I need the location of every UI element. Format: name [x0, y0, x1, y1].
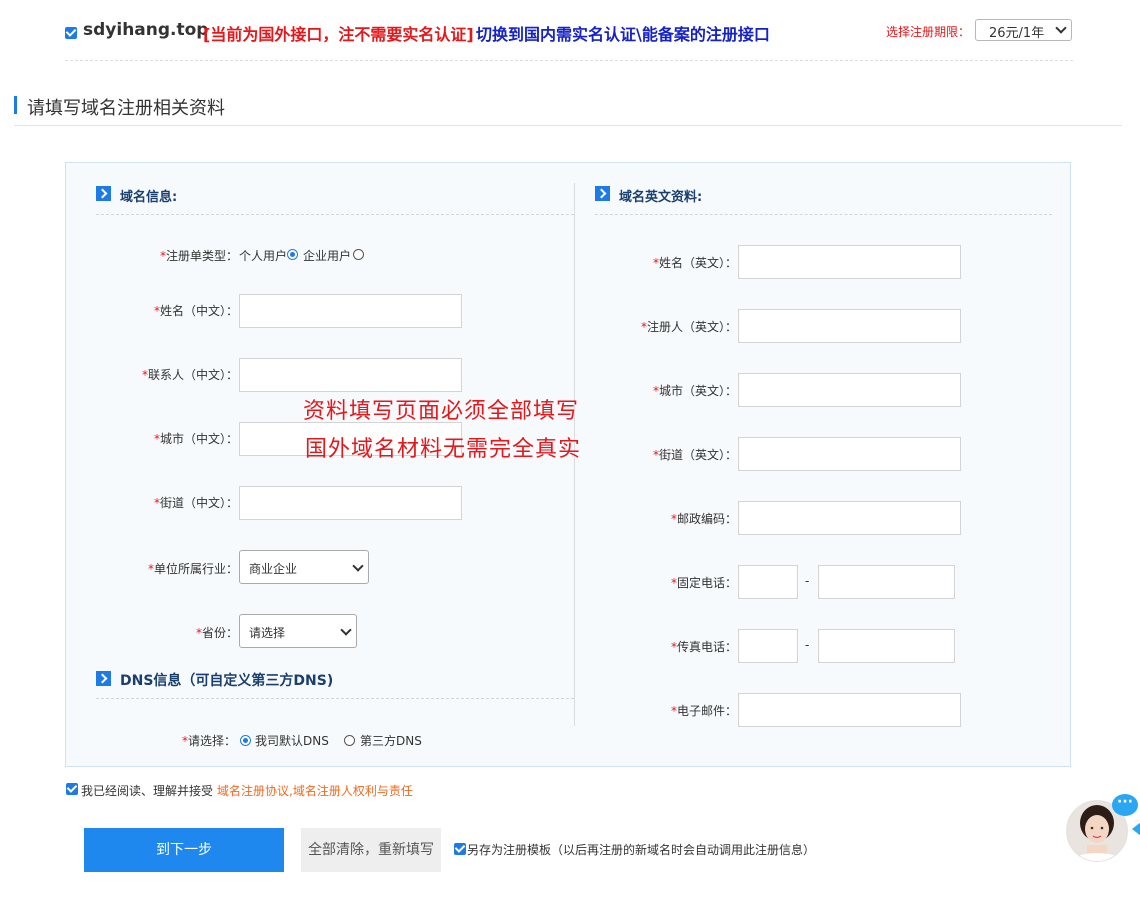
en-city-label: *城市（英文）： — [652, 384, 737, 398]
next-step-button[interactable]: 到下一步 — [84, 828, 284, 872]
industry-select[interactable]: 商业企业 — [239, 550, 369, 584]
fax-dash: - — [805, 638, 810, 652]
en-registrant-label: *注册人（英文）： — [640, 320, 737, 334]
section-underline — [14, 125, 1122, 126]
cn-section-divider — [96, 214, 574, 215]
en-registrant-input[interactable] — [738, 309, 961, 343]
divider — [65, 60, 1073, 61]
en-section-divider — [595, 214, 1052, 215]
dns-choose-label: *请选择： — [181, 734, 236, 748]
email-input[interactable] — [738, 693, 961, 727]
type-personal-radio[interactable] — [287, 249, 298, 260]
dns-thirdparty-radio[interactable] — [344, 735, 355, 746]
phone-label: *固定电话： — [670, 576, 737, 590]
en-name-label: *姓名（英文）： — [652, 256, 737, 270]
province-label: *省份： — [195, 626, 238, 640]
save-template-label: 另存为注册模板（以后再注册的新域名时会自动调用此注册信息） — [467, 843, 816, 857]
postcode-input[interactable] — [738, 501, 961, 535]
dns-section-title: DNS信息（可自定义第三方DNS) — [120, 673, 334, 689]
section-title: 请填写域名注册相关资料 — [27, 98, 225, 119]
cn-name-input[interactable] — [239, 294, 462, 328]
switch-interface-link[interactable]: 切换到国内需实名认证\能备案的注册接口 — [476, 21, 770, 45]
chevron-down-icon — [340, 624, 352, 636]
cn-name-label-text: 姓名（中文）： — [159, 304, 238, 318]
en-registrant-label-text: 注册人（英文）： — [646, 320, 737, 334]
dns-choose-label-text: 请选择： — [187, 734, 236, 748]
overlay-note-line2: 国外域名材料无需完全真实 — [305, 437, 582, 462]
cn-contact-input[interactable] — [239, 358, 462, 392]
en-name-label-text: 姓名（英文）： — [658, 256, 737, 270]
domain-name: sdyihang.top — [83, 20, 209, 40]
cn-street-label-text: 街道（中文）： — [159, 496, 238, 510]
industry-label: *单位所属行业： — [147, 562, 238, 576]
en-city-label-text: 城市（英文）： — [658, 384, 737, 398]
chevron-down-icon — [1055, 22, 1067, 34]
en-city-input[interactable] — [738, 373, 961, 407]
province-select[interactable]: 请选择 — [239, 614, 357, 648]
period-select[interactable]: 26元/1年 — [975, 19, 1072, 41]
province-value: 请选择 — [249, 626, 286, 640]
phone-dash: - — [805, 574, 810, 588]
agreement-checkbox[interactable] — [66, 783, 78, 795]
email-label: *电子邮件： — [670, 704, 737, 718]
cn-street-label: *街道（中文）： — [153, 496, 238, 510]
registrant-type-label: *注册单类型： — [159, 249, 238, 263]
en-name-input[interactable] — [738, 245, 961, 279]
en-section-title: 域名英文资料: — [619, 190, 703, 205]
phone-label-text: 固定电话： — [676, 576, 737, 590]
period-value: 26元/1年 — [989, 26, 1045, 41]
fax-label: *传真电话： — [670, 640, 737, 654]
domain-checkbox[interactable] — [65, 27, 77, 39]
email-label-text: 电子邮件： — [676, 704, 737, 718]
dns-section-divider — [96, 698, 574, 699]
phone-area-input[interactable] — [738, 565, 798, 599]
period-label: 选择注册期限： — [886, 25, 971, 39]
chevron-right-icon — [595, 186, 610, 201]
dns-default-radio[interactable] — [240, 735, 251, 746]
cn-contact-label: *联系人（中文）： — [141, 368, 238, 382]
en-street-label: *街道（英文）： — [652, 448, 737, 462]
postcode-label-text: 邮政编码： — [676, 512, 737, 526]
fax-label-text: 传真电话： — [676, 640, 737, 654]
dns-default-label: 我司默认DNS — [255, 734, 329, 748]
cn-section-title: 域名信息: — [120, 190, 178, 205]
chevron-right-icon — [96, 186, 111, 201]
cn-city-label-text: 城市（中文）： — [159, 432, 238, 446]
chevron-right-icon — [96, 671, 111, 686]
cn-name-label: *姓名（中文）： — [153, 304, 238, 318]
chat-bubble-icon[interactable]: ··· — [1112, 794, 1138, 816]
type-company-radio[interactable] — [353, 249, 364, 260]
type-company-label: 企业用户 — [303, 249, 352, 263]
en-street-label-text: 街道（英文）： — [658, 448, 737, 462]
dns-thirdparty-label: 第三方DNS — [360, 734, 422, 748]
interface-note: [当前为国外接口，注不需要实名认证] — [203, 25, 474, 44]
cn-street-input[interactable] — [239, 486, 462, 520]
phone-number-input[interactable] — [818, 565, 955, 599]
clear-all-button[interactable]: 全部清除，重新填写 — [301, 828, 441, 872]
cn-contact-label-text: 联系人（中文）： — [147, 368, 238, 382]
en-street-input[interactable] — [738, 437, 961, 471]
agreement-text: 我已经阅读、理解并接受 — [81, 784, 214, 798]
fax-area-input[interactable] — [738, 629, 798, 663]
agreement-link[interactable]: 域名注册协议,域名注册人权利与责任 — [217, 782, 413, 799]
collapse-arrow-icon[interactable] — [1132, 822, 1140, 836]
postcode-label: *邮政编码： — [670, 512, 737, 526]
registrant-type-label-text: 注册单类型： — [165, 249, 238, 263]
chevron-down-icon — [352, 560, 364, 572]
industry-value: 商业企业 — [249, 562, 298, 576]
cn-city-label: *城市（中文）： — [153, 432, 238, 446]
overlay-note-line1: 资料填写页面必须全部填写 — [303, 399, 580, 424]
fax-number-input[interactable] — [818, 629, 955, 663]
industry-label-text: 单位所属行业： — [153, 562, 238, 576]
type-personal-label: 个人用户 — [239, 249, 288, 263]
province-label-text: 省份： — [201, 626, 238, 640]
section-accent-bar — [14, 96, 17, 114]
save-template-checkbox[interactable] — [454, 843, 466, 855]
